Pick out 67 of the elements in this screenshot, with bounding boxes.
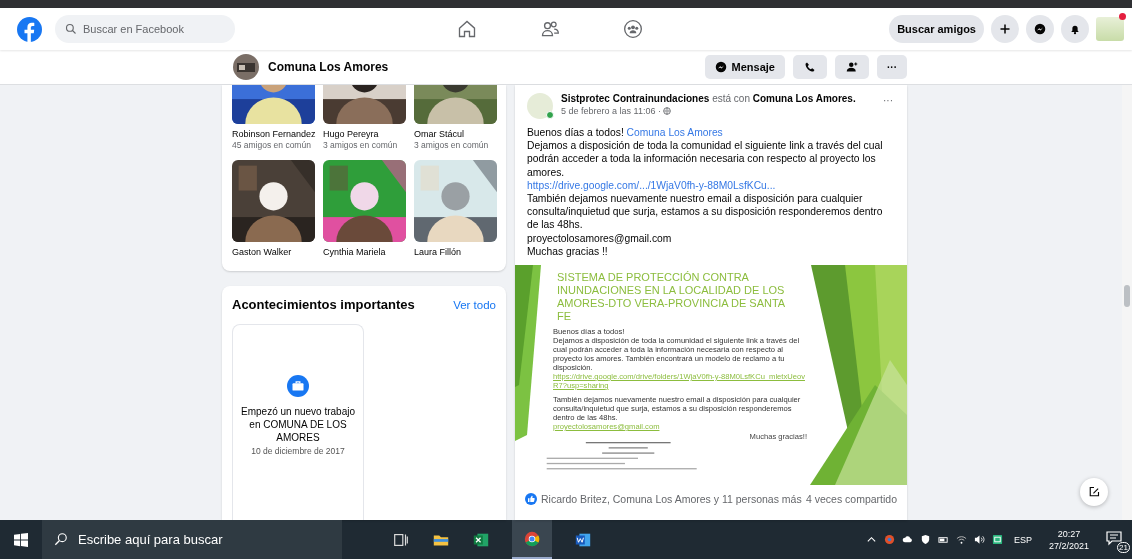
taskbar-search-field[interactable]: Escribe aquí para buscar	[42, 520, 342, 559]
call-button[interactable]	[793, 55, 827, 79]
clock[interactable]: 20:27 27/2/2021	[1048, 527, 1089, 552]
page-avatar[interactable]	[233, 54, 259, 80]
post-text: Muchas gracias !!	[527, 244, 609, 259]
search-icon	[54, 532, 68, 546]
friend-name[interactable]: Laura Fillón	[414, 247, 500, 257]
person-add-icon	[846, 61, 858, 73]
search-icon	[65, 23, 77, 35]
globe-icon	[662, 107, 671, 115]
battery-icon[interactable]	[937, 534, 949, 545]
friend-name[interactable]: Omar Stácul	[414, 129, 500, 139]
author-avatar[interactable]	[527, 93, 553, 119]
message-button[interactable]: Mensaje	[704, 55, 785, 79]
messenger-icon	[1034, 23, 1046, 35]
see-all-link[interactable]: Ver todo	[453, 298, 496, 311]
phone-icon	[804, 61, 816, 73]
home-icon[interactable]	[457, 19, 477, 39]
more-button[interactable]: ···	[877, 55, 907, 79]
friend-name[interactable]: Cynthia Mariela	[323, 247, 409, 257]
notifications-button[interactable]	[1061, 15, 1089, 43]
post-author-line: Sistprotec Contrainundaciones está con Comuna Los Amores.	[561, 93, 856, 104]
more-button[interactable]: ···	[879, 93, 897, 108]
friend-name[interactable]: Gaston Walker	[232, 247, 318, 257]
post-text: Dejamos a disposición de toda la comunidad el siguiente link a través del cual podrán acceder a toda la información necesaria con respecto al proyecto los amores.	[527, 139, 884, 179]
mention-link[interactable]: Comuna Los Amores	[626, 127, 723, 138]
shares-count[interactable]: 4 veces compartido	[805, 493, 897, 506]
messenger-button[interactable]	[1026, 15, 1054, 43]
messenger-icon	[714, 61, 727, 73]
facebook-logo[interactable]	[17, 16, 42, 42]
reactions-text[interactable]: Ricardo Britez, Comuna Los Amores y 11 personas más	[541, 493, 802, 506]
windows-start-icon[interactable]	[14, 532, 28, 547]
groups-icon[interactable]	[623, 19, 643, 39]
friends-icon[interactable]	[540, 19, 560, 39]
mutual-friends: 3 amigos en común	[323, 140, 399, 150]
like-icon	[525, 493, 537, 506]
wifi-icon[interactable]	[955, 534, 967, 545]
chevron-up-icon[interactable]	[865, 534, 877, 545]
event-text: Empezó un nuevo trabajo en COMUNA DE LOS AMORES	[240, 405, 356, 444]
find-friends-button[interactable]: Buscar amigos	[889, 15, 984, 43]
bell-icon	[1069, 23, 1081, 35]
search-field[interactable]: Buscar en Facebook	[55, 15, 235, 43]
event-date: 10 de diciembre de 2017	[251, 446, 345, 456]
page-name[interactable]: Comuna Los Amores	[268, 60, 389, 74]
browser-icon[interactable]	[523, 529, 541, 548]
add-friend-button[interactable]	[835, 55, 869, 79]
post-text: proyectolosamores@gmail.com	[527, 231, 673, 245]
post-text: También dejamos nuevamente nuestro email a disposición para cualquier consulta/inquietud que surja, estamos a su disposición responderemos dentro de las 48hs.	[527, 192, 884, 232]
post-time[interactable]: 5 de febrero a las 11:06 ·	[561, 106, 661, 116]
compose-icon	[1088, 486, 1100, 498]
mutual-friends: 45 amigos en común	[232, 140, 312, 150]
cloud-icon[interactable]	[901, 534, 913, 545]
speaker-icon[interactable]	[973, 534, 985, 545]
app-tray-icon[interactable]	[991, 534, 1003, 545]
shield-icon[interactable]	[919, 534, 931, 545]
post-link[interactable]: https://drive.google.com/.../1WjaV0fh-y-88M0LsfKCu...	[527, 178, 895, 192]
slide-title: SISTEMA DE PROTECCIÓN CONTRA INUNDACIONES EN LA LOCALIDAD DE LOS AMORES-DTO VERA-PROVINCIA DE SANTA FE	[557, 271, 786, 324]
mutual-friends: 3 amigos en común	[414, 140, 490, 150]
create-button[interactable]	[991, 15, 1019, 43]
post-text: Buenos días a todos! Comuna Los Amores	[527, 126, 724, 140]
friend-name[interactable]: Robinson Fernandez	[232, 129, 318, 139]
plus-icon	[999, 23, 1011, 35]
language-indicator[interactable]: ESP	[1013, 534, 1032, 545]
section-title: Acontecimientos importantes	[232, 297, 415, 312]
new-message-button[interactable]	[1080, 478, 1108, 506]
friend-name[interactable]: Hugo Pereyra	[323, 129, 409, 139]
briefcase-icon	[287, 375, 309, 397]
